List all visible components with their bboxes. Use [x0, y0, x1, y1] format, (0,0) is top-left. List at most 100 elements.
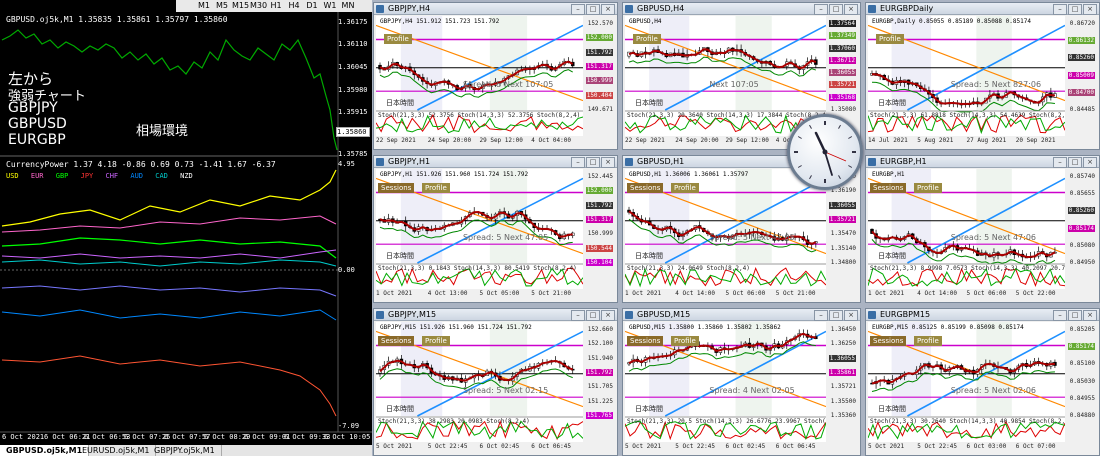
sessions-button[interactable]: Sessions [627, 336, 664, 346]
maximize-button[interactable]: □ [1068, 157, 1082, 168]
minimize-button[interactable]: – [571, 157, 585, 168]
chart-plot-area[interactable]: EURGBP,M15 0.85125 0.85199 0.85098 0.851… [868, 322, 1065, 442]
chart-plot-area[interactable]: GBPUSD,H1 1.36006 1.36061 1.35797 Session… [625, 169, 826, 289]
chart-window[interactable]: EURGBPDaily – □ × EURGBP,Daily 0.85055 0.851… [865, 2, 1100, 150]
chart-plot-area[interactable]: EURGBP,H1 Sessions Profile Spread: 5 Next 4… [868, 169, 1065, 289]
chart-window-icon [376, 311, 384, 319]
time-label: 6 Oct 10:05 [324, 433, 371, 441]
tf-m5-button[interactable]: M5 [214, 0, 230, 12]
time-label: 5 Oct 22:00 [1015, 290, 1056, 297]
chart-window[interactable]: GBPJPY,M15 – □ × GBPJPY,M15 151.926 151.960 … [373, 308, 618, 456]
profile-button[interactable]: Profile [422, 183, 450, 193]
close-button[interactable]: × [1083, 4, 1097, 15]
price-axis-label: 151.792 [585, 48, 613, 56]
profile-button[interactable]: Profile [914, 336, 942, 346]
window-titlebar[interactable]: GBPUSD,M15 – □ × [623, 309, 860, 321]
tf-w1-button[interactable]: W1 [322, 0, 338, 12]
maximize-button[interactable]: □ [829, 310, 843, 321]
chart-plot-area[interactable]: GBPJPY,H4 151.912 151.723 151.792 Profile… [376, 16, 583, 136]
time-label: 5 Oct 2021 [625, 443, 662, 450]
chart-plot-area[interactable]: EURGBP,Daily 0.85055 0.85189 0.85088 0.8… [868, 16, 1065, 136]
close-button[interactable]: × [844, 310, 858, 321]
sessions-button[interactable]: Sessions [378, 183, 415, 193]
profile-button[interactable]: Profile [384, 34, 412, 44]
minimize-button[interactable]: – [814, 4, 828, 15]
spread-countdown: Next 107:05 [709, 79, 759, 89]
current-price-tag: 1.35860 [336, 127, 370, 137]
price-axis-label: 151.940 [587, 354, 613, 362]
chart-window[interactable]: EURGBP,H1 – □ × EURGBP,H1 Sessions Profile Spre… [865, 155, 1100, 303]
chart-plot-area[interactable]: GBPJPY,H1 151.926 151.960 151.724 151.79… [376, 169, 583, 289]
close-button[interactable]: × [1083, 157, 1097, 168]
price-axis: 1.36450 1.36250 1.36055 1.35861 1.35721 1.355… [826, 322, 858, 442]
close-button[interactable]: × [1083, 310, 1097, 321]
profile-button[interactable]: Profile [876, 34, 904, 44]
close-button[interactable]: × [601, 4, 615, 15]
maximize-button[interactable]: □ [586, 310, 600, 321]
price-axis-label: 0.85080 [1069, 241, 1095, 249]
close-button[interactable]: × [601, 310, 615, 321]
chart-window-icon [625, 311, 633, 319]
legend-aud: AUD [130, 172, 144, 180]
tab-gbpjpy-m1[interactable]: GBPJPY.oj5k,M1 [148, 445, 222, 456]
window-titlebar[interactable]: GBPJPY,M15 – □ × [374, 309, 617, 321]
tf-h4-button[interactable]: H4 [286, 0, 302, 12]
minimize-button[interactable]: – [1053, 4, 1067, 15]
tf-m30-button[interactable]: M30 [250, 0, 267, 12]
price-axis-label: 151.765 [585, 412, 613, 419]
time-label: 1 Oct 2021 [376, 290, 413, 297]
sessions-button[interactable]: Sessions [870, 336, 907, 346]
maximize-button[interactable]: □ [586, 4, 600, 15]
sessions-button[interactable]: Sessions [627, 183, 664, 193]
tf-mn-button[interactable]: MN [340, 0, 356, 12]
chart-window[interactable]: GBPJPY,H4– □ × GBPJPY,H4 151.912 151.723 15… [373, 2, 618, 150]
chart-window[interactable]: GBPJPY,H1 – □ × GBPJPY,H1 151.926 151.960 15… [373, 155, 618, 303]
chart-symbol-info: GBPJPY,M15 151.926 151.960 151.724 151.7… [380, 324, 532, 331]
price-axis-label: 1.37564 [828, 20, 856, 27]
tf-m1-button[interactable]: M1 [196, 0, 212, 12]
maximize-button[interactable]: □ [829, 4, 843, 15]
window-titlebar[interactable]: EURGBPM15 – □ × [866, 309, 1099, 321]
window-titlebar[interactable]: EURGBP,H1 – □ × [866, 156, 1099, 168]
main-chart-canvas[interactable] [0, 0, 372, 456]
profile-button[interactable]: Profile [422, 336, 450, 346]
maximize-button[interactable]: □ [586, 157, 600, 168]
minimize-button[interactable]: – [814, 310, 828, 321]
window-title: EURGBPM15 [880, 310, 931, 319]
tf-h1-button[interactable]: H1 [268, 0, 284, 12]
jp-time-label: 日本時間 [635, 405, 663, 413]
chart-plot-area[interactable]: GBPJPY,M15 151.926 151.960 151.724 151.7… [376, 322, 583, 442]
profile-button[interactable]: Profile [914, 183, 942, 193]
stochastic-label: Stoch(21,3,3) 52.3756 Stoch(14,3,3) 52.3… [378, 112, 581, 119]
maximize-button[interactable]: □ [1068, 310, 1082, 321]
profile-button[interactable]: Profile [671, 336, 699, 346]
window-titlebar[interactable]: GBPJPY,H4 – □ × [374, 3, 617, 15]
tf-d1-button[interactable]: D1 [304, 0, 320, 12]
window-titlebar[interactable]: GBPJPY,H1 – □ × [374, 156, 617, 168]
chart-window[interactable]: EURGBPM15 – □ × EURGBP,M15 0.85125 0.85199 0… [865, 308, 1100, 456]
profile-button[interactable]: Profile [671, 183, 699, 193]
time-label: 6 Oct 06:45 [775, 443, 816, 450]
minimize-button[interactable]: – [1053, 310, 1067, 321]
price-axis-label: 1.35500 [830, 397, 856, 405]
profile-button[interactable]: Profile [633, 34, 661, 44]
overlay-line-5: EURGBP [8, 132, 66, 148]
stochastic-label: Stoch(21,3,3) 38.2983 20.0983 Stoch(8,2,… [378, 418, 530, 425]
window-titlebar[interactable]: GBPUSD,H4 – □ × [623, 3, 860, 15]
chart-window[interactable]: GBPUSD,M15 – □ × GBPUSD,M15 1.35800 1.35860 … [622, 308, 861, 456]
chart-plot-area[interactable]: GBPUSD,M15 1.35800 1.35860 1.35802 1.358… [625, 322, 826, 442]
eur-strength-line [1, 215, 337, 233]
close-button[interactable]: × [844, 4, 858, 15]
sessions-button[interactable]: Sessions [378, 336, 415, 346]
minimize-button[interactable]: – [571, 4, 585, 15]
main-chart-panel[interactable]: GBPUSD.oj5k,M1 1.35835 1.35861 1.35797 1… [0, 0, 372, 456]
tf-m15-button[interactable]: M15 [232, 0, 249, 12]
maximize-button[interactable]: □ [1068, 4, 1082, 15]
window-titlebar[interactable]: EURGBPDaily – □ × [866, 3, 1099, 15]
minimize-button[interactable]: – [1053, 157, 1067, 168]
tab-eurusd-m1[interactable]: EURUSD.oj5k,M1 [76, 445, 157, 456]
close-button[interactable]: × [601, 157, 615, 168]
minimize-button[interactable]: – [571, 310, 585, 321]
sessions-button[interactable]: Sessions [870, 183, 907, 193]
price-axis-label: 0.86720 [1069, 20, 1095, 27]
